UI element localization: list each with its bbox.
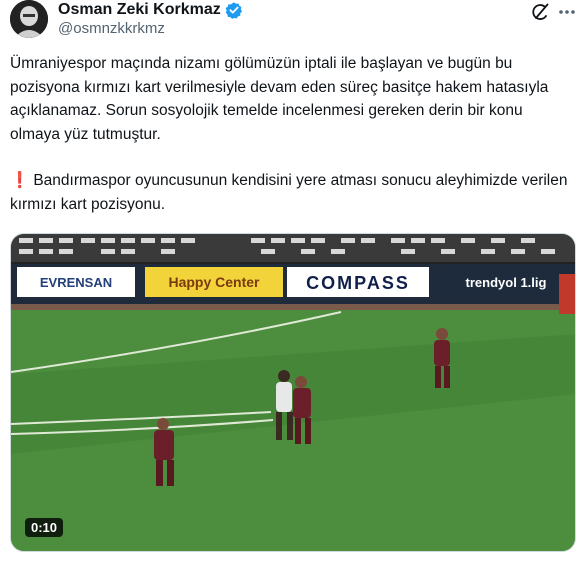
video-frame: EVRENSAN Happy Center COMPASS trendyol 1…: [11, 234, 575, 551]
board-evrensan: EVRENSAN: [40, 275, 112, 290]
board-happy-center: Happy Center: [168, 274, 260, 290]
board-compass: COMPASS: [306, 273, 410, 293]
grok-icon[interactable]: [530, 2, 550, 22]
board-trendyol: trendyol 1.lig: [466, 275, 547, 290]
more-options-icon[interactable]: [556, 2, 578, 22]
video-timestamp: 0:10: [25, 518, 64, 537]
tweet-header: Osman Zeki Korkmaz @osmnzkkrkmz: [0, 0, 586, 44]
author-name[interactable]: Osman Zeki Korkmaz: [58, 1, 221, 19]
tweet-text: Ümraniyespor maçında nizamı gölümüzün ip…: [10, 52, 576, 216]
author-handle[interactable]: @osmnzkkrkmz: [58, 20, 165, 37]
exclamation-icon: ❗: [10, 172, 30, 189]
avatar[interactable]: [10, 0, 48, 38]
tweet-paragraph-2-text: Bandırmaspor oyuncusunun kendisini yere …: [10, 172, 568, 213]
player-edge: [559, 274, 575, 314]
tweet-paragraph-1: Ümraniyespor maçında nizamı gölümüzün ip…: [10, 55, 549, 143]
video-player[interactable]: EVRENSAN Happy Center COMPASS trendyol 1…: [10, 233, 576, 552]
verified-badge-icon: [225, 2, 242, 19]
tweet-paragraph-2: ❗ Bandırmaspor oyuncusunun kendisini yere…: [10, 169, 576, 216]
